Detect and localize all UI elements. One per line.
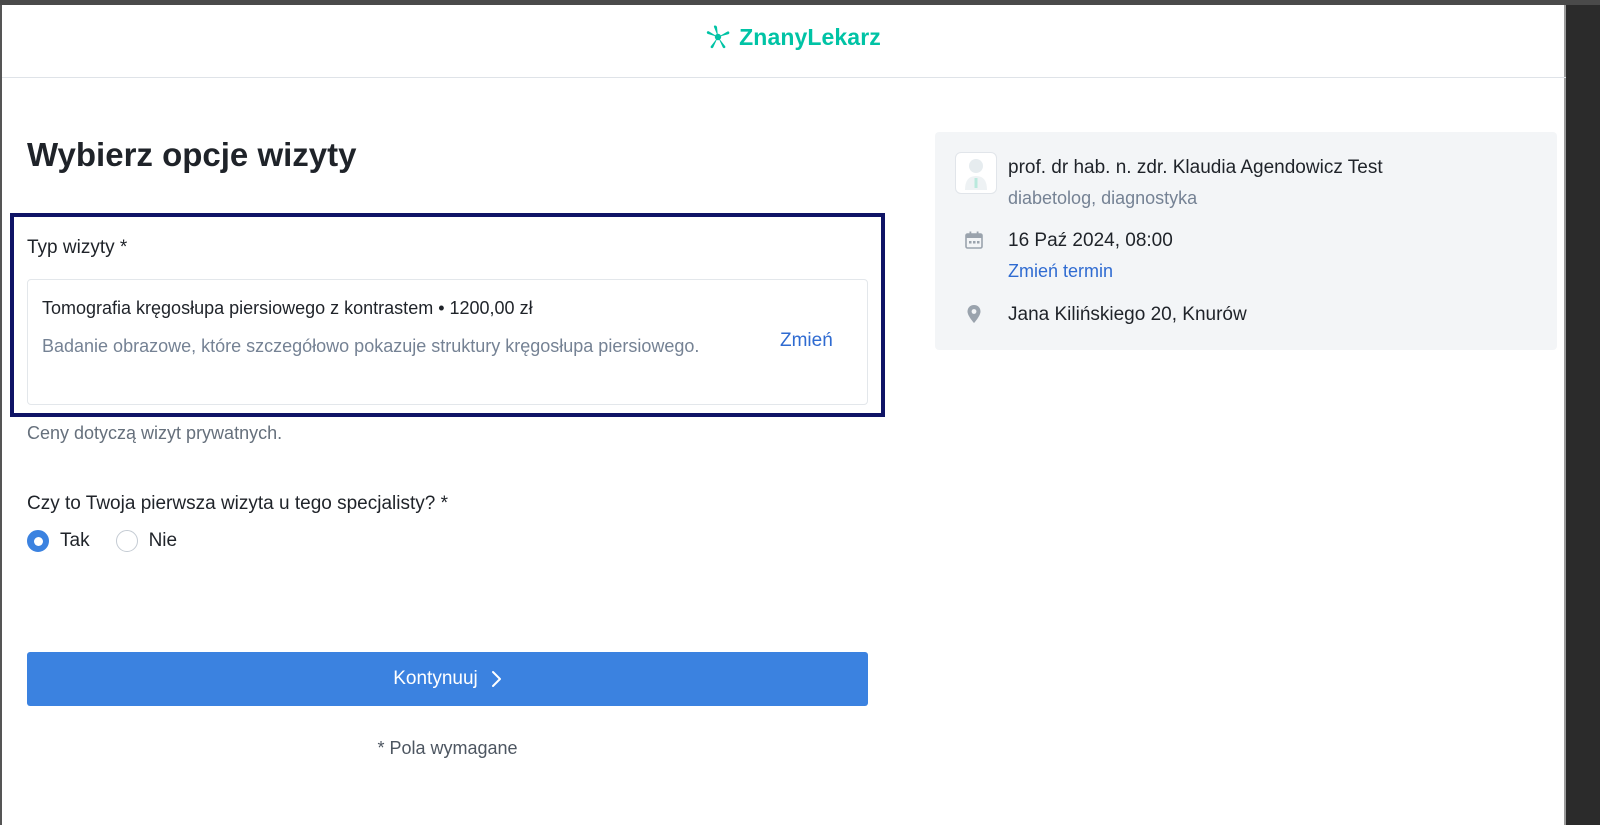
visit-type-card: Tomografia kręgosłupa piersiowego z kont… (27, 279, 868, 405)
visit-type-label: Typ wizyty * (27, 237, 128, 258)
radio-selected-dot (33, 536, 43, 546)
first-visit-question: Czy to Twoja pierwsza wizyta u tego spec… (27, 493, 448, 514)
visit-type-title: Tomografia kręgosłupa piersiowego z kont… (42, 298, 533, 318)
required-fields-note: * Pola wymagane (377, 738, 518, 758)
booking-summary: prof. dr hab. n. zdr. Klaudia Agendowicz… (935, 132, 1557, 350)
doctor-specialization: diabetolog, diagnostyka (1008, 188, 1198, 208)
visit-type-description: Badanie obrazowe, które szczegółowo poka… (42, 336, 700, 356)
continue-button[interactable]: Kontynuuj (27, 652, 868, 706)
doctor-avatar-icon (955, 152, 997, 194)
radio-option-nie[interactable]: Nie (115, 530, 178, 552)
doctor-name: prof. dr hab. n. zdr. Klaudia Agendowicz… (1008, 157, 1383, 178)
page-title: Wybierz opcje wizyty (27, 136, 357, 173)
change-term-link[interactable]: Zmień termin (1008, 261, 1113, 282)
logo-text: ZnanyLekarz (739, 23, 881, 50)
znanylekarz-star-icon (706, 25, 730, 49)
page-header: ZnanyLekarz (2, 5, 1566, 78)
radio-tak[interactable] (27, 530, 49, 552)
window-left-edge (0, 5, 2, 825)
calendar-icon (965, 231, 983, 249)
map-pin-icon (967, 305, 981, 323)
chevron-right-icon (491, 671, 501, 687)
window-right-edge (1566, 5, 1600, 825)
first-visit-radio-group: Tak Nie (27, 530, 203, 552)
logo[interactable]: ZnanyLekarz (705, 24, 881, 51)
radio-nie[interactable] (115, 530, 138, 552)
price-note: Ceny dotyczą wizyt prywatnych. (27, 423, 283, 443)
radio-option-tak[interactable]: Tak (27, 530, 90, 552)
change-visit-type-link[interactable]: Zmień (780, 330, 833, 352)
radio-label-nie: Nie (148, 530, 178, 551)
clinic-address: Jana Kilińskiego 20, Knurów (1008, 304, 1247, 325)
doctor-silhouette-icon (965, 159, 987, 190)
app-window: ZnanyLekarz Wybierz opcje wizyty Typ wiz… (0, 0, 1600, 825)
appointment-date: 16 Paź 2024, 08:00 (1008, 230, 1173, 251)
radio-label-tak: Tak (60, 530, 90, 551)
continue-button-label: Kontynuuj (393, 668, 478, 689)
